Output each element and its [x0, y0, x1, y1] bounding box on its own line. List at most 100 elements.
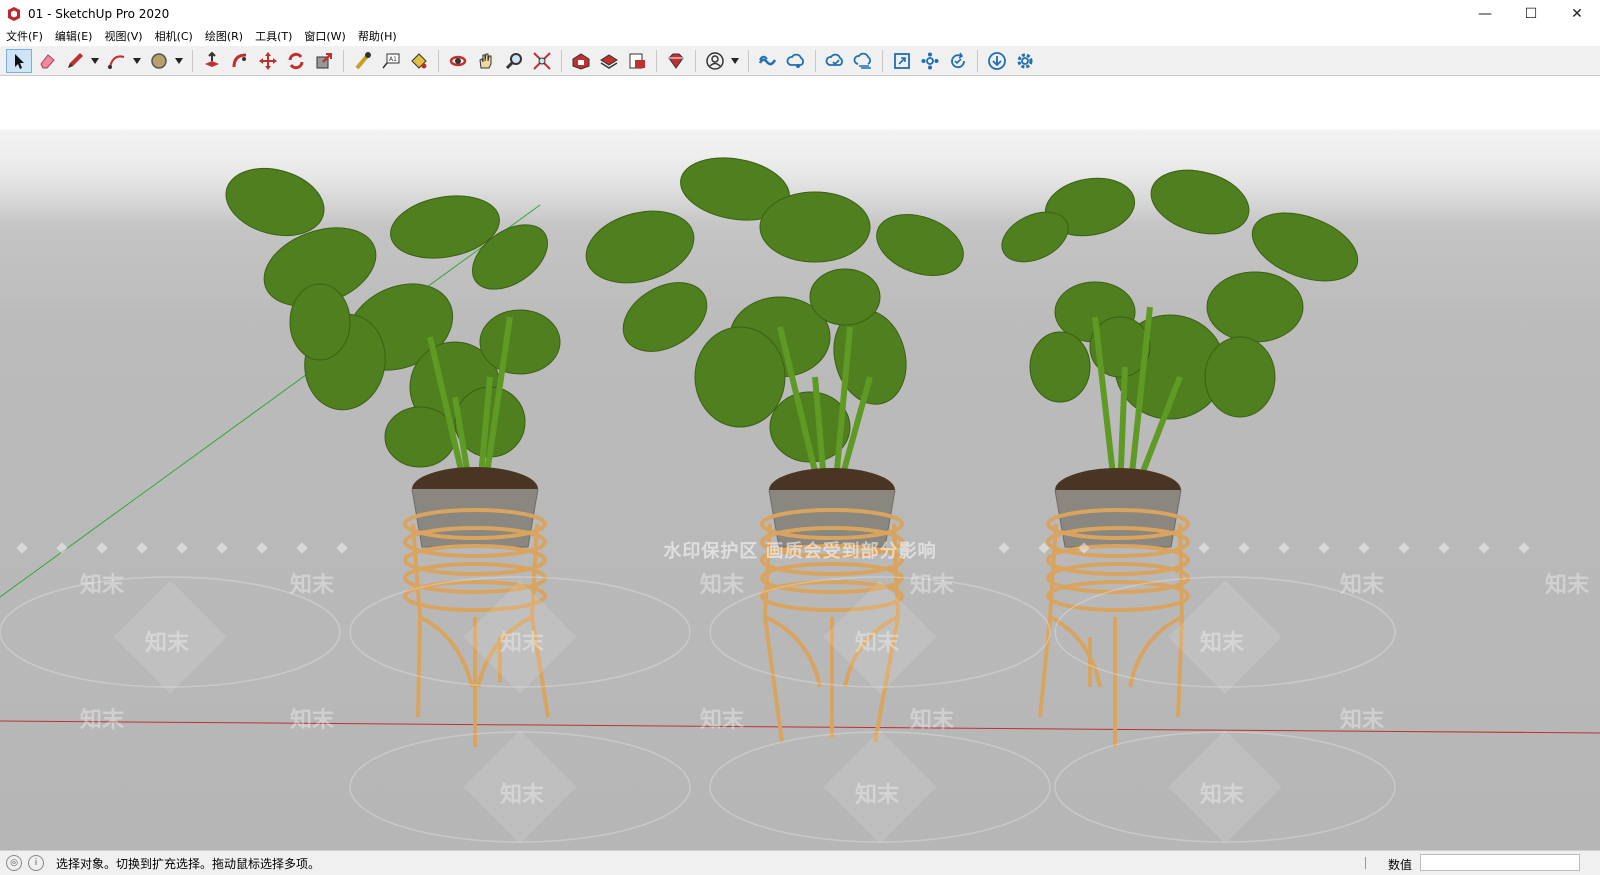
scale-tool-button[interactable]	[311, 49, 337, 73]
watermark-tile: 知末	[500, 631, 545, 656]
menu-draw[interactable]: 绘图(R)	[199, 28, 249, 46]
toolbar-separator	[695, 49, 696, 72]
hand-icon	[479, 53, 492, 68]
toolbar-separator	[656, 49, 657, 72]
info-icon[interactable]: i	[28, 855, 44, 871]
gear-icon	[1017, 53, 1033, 68]
eraser-tool-button[interactable]	[34, 49, 60, 73]
gear-cluster-icon	[921, 52, 939, 69]
menu-bar: 文件(F) 编辑(E) 视图(V) 相机(C) 绘图(R) 工具(T) 窗口(W…	[0, 28, 1600, 46]
pencil-icon	[68, 52, 83, 68]
move-tool-button[interactable]	[255, 49, 281, 73]
settings-tool-button[interactable]	[1012, 49, 1038, 73]
watermark-tile: 知末	[80, 708, 125, 733]
trimble-share-tool-button[interactable]	[783, 49, 809, 73]
follow-me-tool-button[interactable]	[227, 49, 253, 73]
paint-bucket-icon	[411, 52, 427, 69]
shapes-tool-dropdown[interactable]	[174, 49, 184, 73]
main-toolbar: A1	[0, 46, 1600, 76]
tape-measure-icon	[355, 51, 371, 69]
trimble-connect-tool-button[interactable]	[755, 49, 781, 73]
arc-tool-dropdown[interactable]	[132, 49, 142, 73]
magnifier-icon	[505, 52, 522, 69]
watermark-tile: 知末	[290, 708, 335, 733]
menu-view[interactable]: 视图(V)	[98, 28, 148, 46]
status-divider	[1365, 857, 1366, 869]
scale-icon	[316, 52, 332, 68]
cloud-share-icon	[786, 53, 804, 68]
minimize-button[interactable]: —	[1462, 0, 1508, 28]
layout-icon	[629, 53, 645, 68]
watermark-tile: 知末	[1545, 573, 1590, 598]
watermark-tile: 知末	[910, 573, 955, 598]
menu-edit[interactable]: 编辑(E)	[49, 28, 99, 46]
select-tool-button[interactable]	[6, 48, 32, 73]
menu-help[interactable]: 帮助(H)	[352, 28, 403, 46]
warehouse-icon	[572, 52, 590, 70]
layout-tool-button[interactable]	[624, 49, 650, 73]
cloud-lines-icon	[853, 52, 871, 69]
window-controls: — ☐ ✕	[1462, 0, 1600, 28]
menu-camera[interactable]: 相机(C)	[149, 28, 199, 46]
maximize-button[interactable]: ☐	[1508, 0, 1554, 28]
toolbar-separator	[882, 49, 883, 72]
download-tool-button[interactable]	[984, 49, 1010, 73]
menu-file[interactable]: 文件(F)	[0, 28, 49, 46]
chevron-down-icon	[133, 57, 141, 64]
tape-measure-tool-button[interactable]	[350, 49, 376, 73]
cloud-upload-tool-button[interactable]	[850, 49, 876, 73]
geolocation-icon[interactable]: ◎	[6, 855, 22, 871]
orbit-tool-button[interactable]	[445, 49, 471, 73]
window-title: 01 - SketchUp Pro 2020	[28, 7, 170, 21]
close-button[interactable]: ✕	[1554, 0, 1600, 28]
extension-warehouse-icon	[600, 53, 618, 69]
measurements-input[interactable]	[1420, 854, 1580, 871]
refresh-check-icon	[951, 52, 965, 68]
menu-tools[interactable]: 工具(T)	[249, 28, 298, 46]
user-account-icon	[706, 51, 724, 70]
eraser-icon	[40, 53, 55, 68]
title-bar: 01 - SketchUp Pro 2020 — ☐ ✕	[0, 0, 1600, 28]
components-tool-button[interactable]	[917, 49, 943, 73]
svg-text:A1: A1	[389, 56, 397, 63]
extension-warehouse-tool-button[interactable]	[596, 49, 622, 73]
toolbar-separator	[748, 49, 749, 72]
model-viewport[interactable]: 水印保护区 画质会受到部分影响 知末 知末 知末 知末 知末 知末 知末 知末 …	[0, 77, 1600, 850]
chevron-down-icon	[731, 57, 739, 64]
watermark-tile: 知末	[1340, 708, 1385, 733]
warehouse-tool-button[interactable]	[568, 49, 594, 73]
zoom-tool-button[interactable]	[501, 49, 527, 73]
paint-bucket-tool-button[interactable]	[406, 49, 432, 73]
cloud-sync-tool-button[interactable]	[822, 49, 848, 73]
line-tool-button[interactable]	[62, 49, 88, 73]
zoom-extents-tool-button[interactable]	[529, 49, 555, 73]
arc-tool-button[interactable]	[104, 49, 130, 73]
ruby-tool-button[interactable]	[663, 49, 689, 73]
watermark-tile: 知末	[145, 631, 190, 656]
watermark-tile: 知末	[855, 783, 900, 808]
zoom-extents-icon	[533, 51, 551, 70]
download-circle-icon	[988, 51, 1006, 70]
menu-window[interactable]: 窗口(W)	[298, 28, 351, 46]
watermark-tile: 知末	[700, 708, 745, 733]
rotate-tool-button[interactable]	[283, 49, 309, 73]
push-pull-tool-button[interactable]	[199, 49, 225, 73]
arc-icon	[108, 55, 125, 69]
account-dropdown[interactable]	[730, 49, 740, 73]
watermark-tile: 知末	[1340, 573, 1385, 598]
status-hint: 选择对象。切换到扩充选择。拖动鼠标选择多项。	[56, 856, 321, 871]
move-arrows-icon	[259, 51, 277, 70]
chevron-down-icon	[175, 57, 183, 64]
pan-tool-button[interactable]	[473, 49, 499, 73]
circle-shape-icon	[151, 52, 167, 69]
refresh-tool-button[interactable]	[945, 49, 971, 73]
shapes-tool-button[interactable]	[146, 49, 172, 73]
watermark-tile: 知末	[700, 573, 745, 598]
fullscreen-tool-button[interactable]	[889, 49, 915, 73]
scene-canvas	[0, 157, 1600, 844]
line-tool-dropdown[interactable]	[90, 49, 100, 73]
account-tool-button[interactable]	[702, 49, 728, 73]
push-pull-icon	[205, 51, 219, 67]
follow-me-icon	[232, 53, 247, 67]
text-tool-button[interactable]: A1	[378, 49, 404, 73]
